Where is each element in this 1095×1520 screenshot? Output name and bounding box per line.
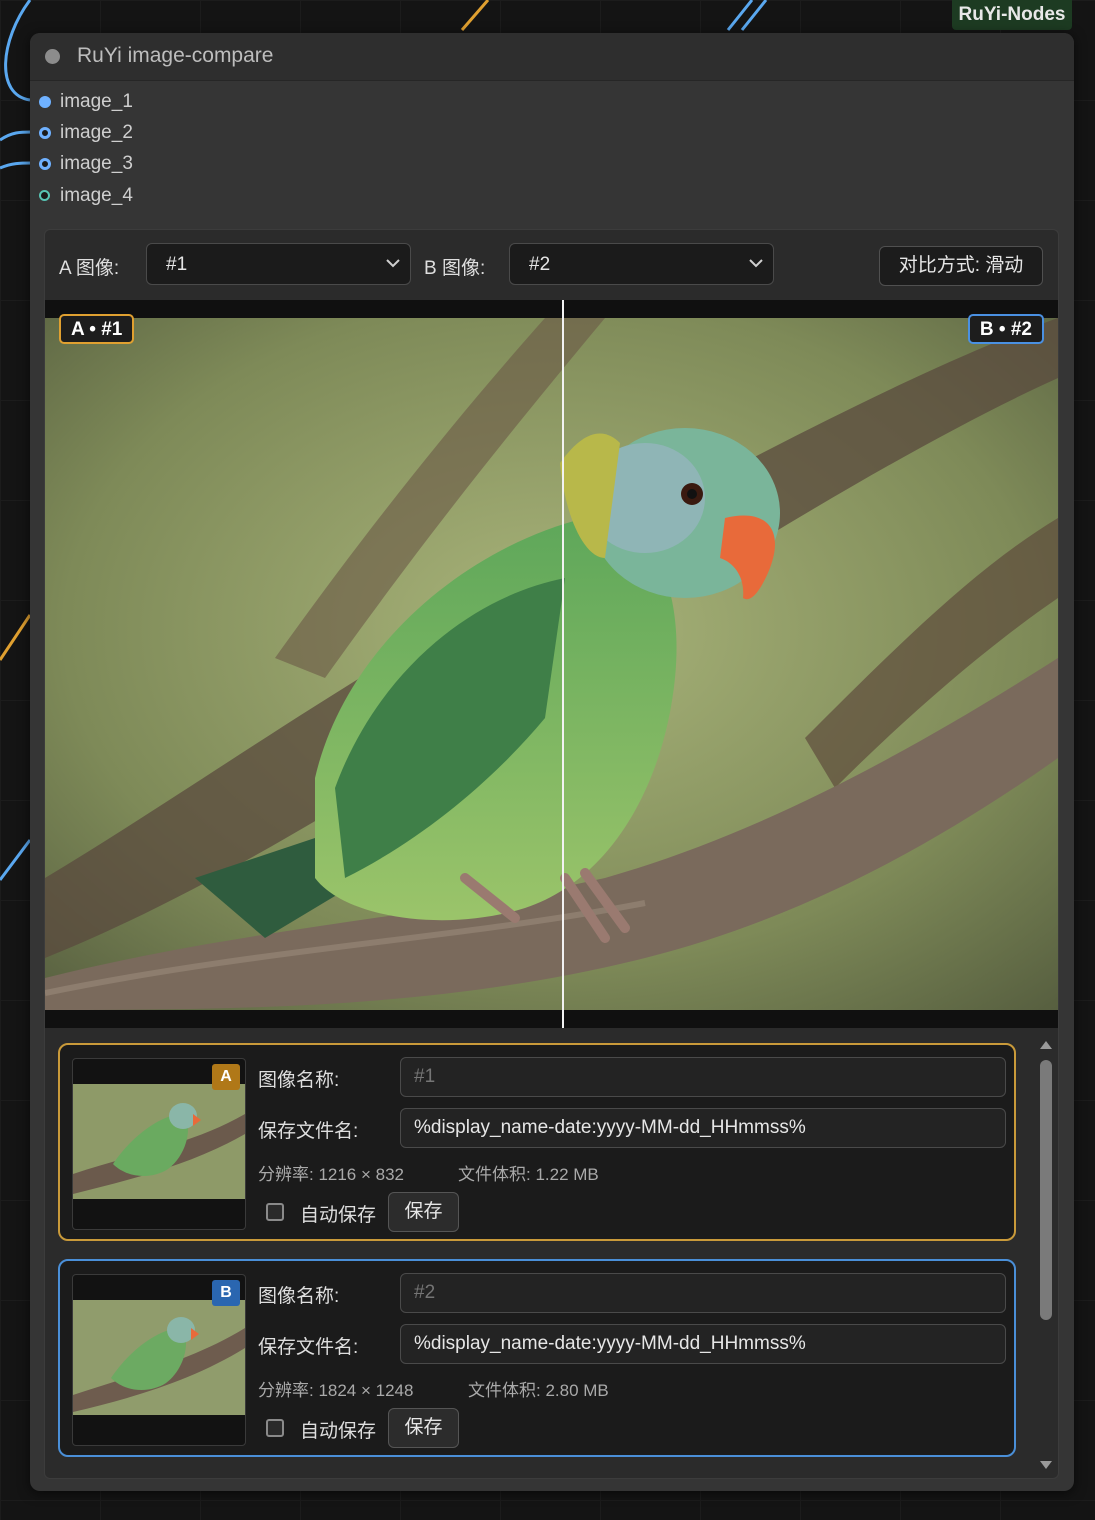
save-button[interactable]: 保存 <box>388 1192 459 1232</box>
thumbnail-image <box>73 1300 245 1415</box>
input-label: image_2 <box>60 122 133 143</box>
image-card-b: B 图像名称: 保存文件名: 分辨率: 1824 × 1248 文件体积: 2.… <box>58 1259 1016 1457</box>
thumbnail-image <box>73 1084 245 1199</box>
thumbnail-badge: A <box>212 1064 240 1090</box>
image-card-a: A 图像名称: 保存文件名: 分辨率: 1216 × 832 文件体积: 1.2… <box>58 1043 1016 1241</box>
autosave-label: 自动保存 <box>300 1205 377 1226</box>
input-label: image_3 <box>60 153 133 174</box>
b-image-label: B 图像: <box>424 258 486 279</box>
resolution-text: 分辨率: 1216 × 832 <box>258 1165 405 1184</box>
image-b-badge: B • #2 <box>967 314 1044 344</box>
a-image-label: A 图像: <box>59 258 120 279</box>
chevron-down-icon <box>386 259 400 268</box>
thumbnail-b: B <box>72 1274 246 1446</box>
compare-viewer[interactable]: A • #1 B • #2 <box>45 300 1058 1028</box>
autosave-checkbox[interactable] <box>266 1203 284 1221</box>
image-a-badge: A • #1 <box>59 314 135 344</box>
input-slot-icon[interactable] <box>39 96 51 108</box>
b-image-value: #2 <box>529 254 551 275</box>
save-filename-input[interactable] <box>400 1324 1006 1364</box>
input-image-4[interactable]: image_4 <box>30 182 330 210</box>
thumbnail-badge: B <box>212 1280 240 1306</box>
chevron-down-icon <box>749 259 763 268</box>
image-name-input[interactable] <box>400 1057 1006 1097</box>
compare-mode-button[interactable]: 对比方式: 滑动 <box>879 246 1043 286</box>
input-image-3[interactable]: image_3 <box>30 150 330 178</box>
filesize-text: 文件体积: 1.22 MB <box>458 1165 599 1184</box>
filename-label: 保存文件名: <box>258 1121 359 1142</box>
name-label: 图像名称: <box>258 1286 340 1307</box>
scroll-up-icon[interactable] <box>1039 1040 1053 1050</box>
input-image-1[interactable]: image_1 <box>30 88 330 116</box>
save-filename-input[interactable] <box>400 1108 1006 1148</box>
parrot-photo <box>45 318 1058 1010</box>
compare-slider-handle[interactable] <box>562 300 564 1028</box>
input-slot-icon[interactable] <box>39 190 50 201</box>
scroll-thumb[interactable] <box>1040 1060 1052 1320</box>
input-image-2[interactable]: image_2 <box>30 119 330 147</box>
input-slot-icon[interactable] <box>39 127 51 139</box>
input-label: image_4 <box>60 185 133 206</box>
filesize-text: 文件体积: 2.80 MB <box>468 1381 609 1400</box>
input-slot-icon[interactable] <box>39 158 51 170</box>
resolution-text: 分辨率: 1824 × 1248 <box>258 1381 414 1400</box>
a-image-select[interactable]: #1 <box>146 243 411 285</box>
a-image-value: #1 <box>166 254 188 275</box>
autosave-checkbox[interactable] <box>266 1419 284 1437</box>
image-compare-node[interactable]: RuYi image-compare image_1 image_2 image… <box>30 33 1074 1491</box>
group-tag[interactable]: RuYi-Nodes <box>952 0 1072 30</box>
b-image-select[interactable]: #2 <box>509 243 774 285</box>
scroll-down-icon[interactable] <box>1039 1460 1053 1470</box>
input-label: image_1 <box>60 91 133 112</box>
thumbnail-a: A <box>72 1058 246 1230</box>
autosave-label: 自动保存 <box>300 1421 377 1442</box>
node-title: RuYi image-compare <box>77 44 274 67</box>
collapse-dot-icon[interactable] <box>45 49 60 64</box>
name-label: 图像名称: <box>258 1070 340 1091</box>
save-button[interactable]: 保存 <box>388 1408 459 1448</box>
card-list-scrollbar[interactable] <box>1035 1036 1057 1476</box>
image-name-input[interactable] <box>400 1273 1006 1313</box>
filename-label: 保存文件名: <box>258 1337 359 1358</box>
node-header[interactable]: RuYi image-compare <box>30 33 1074 81</box>
compare-widget: A 图像: #1 B 图像: #2 对比方式: 滑动 A • #1 B • #2… <box>44 229 1059 1479</box>
